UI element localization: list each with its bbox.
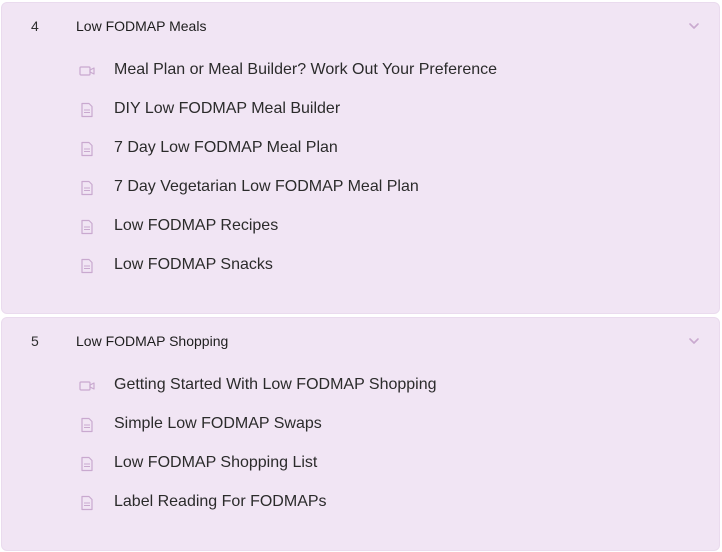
lesson-label: DIY Low FODMAP Meal Builder (114, 100, 341, 117)
lesson-item[interactable]: 7 Day Vegetarian Low FODMAP Meal Plan (2, 170, 719, 209)
video-camera-icon (79, 66, 95, 76)
section-title: Low FODMAP Shopping (76, 333, 229, 349)
lesson-item[interactable]: Low FODMAP Snacks (2, 248, 719, 287)
section-low-fodmap-shopping: 5 Low FODMAP Shopping Getting Started Wi… (1, 317, 720, 551)
section-header[interactable]: 5 Low FODMAP Shopping (2, 318, 719, 366)
lesson-item[interactable]: Simple Low FODMAP Swaps (2, 407, 719, 446)
lesson-label: Label Reading For FODMAPs (114, 493, 327, 510)
lesson-item[interactable]: DIY Low FODMAP Meal Builder (2, 92, 719, 131)
lesson-item[interactable]: Low FODMAP Recipes (2, 209, 719, 248)
pdf-file-icon (81, 102, 93, 118)
lesson-item[interactable]: Meal Plan or Meal Builder? Work Out Your… (2, 53, 719, 92)
video-camera-icon (79, 381, 95, 391)
lesson-label: Getting Started With Low FODMAP Shopping (114, 376, 437, 393)
lesson-label: Low FODMAP Snacks (114, 256, 273, 273)
lesson-label: 7 Day Vegetarian Low FODMAP Meal Plan (114, 178, 419, 195)
lesson-item[interactable]: 7 Day Low FODMAP Meal Plan (2, 131, 719, 170)
pdf-file-icon (81, 456, 93, 472)
section-header[interactable]: 4 Low FODMAP Meals (2, 3, 719, 51)
pdf-file-icon (81, 258, 93, 274)
lesson-item[interactable]: Low FODMAP Shopping List (2, 446, 719, 485)
lesson-list: Meal Plan or Meal Builder? Work Out Your… (2, 51, 719, 287)
section-number: 4 (31, 18, 39, 34)
section-low-fodmap-meals: 4 Low FODMAP Meals Meal Plan or Meal Bui… (1, 2, 720, 314)
lesson-label: Meal Plan or Meal Builder? Work Out Your… (114, 61, 498, 78)
lesson-label: 7 Day Low FODMAP Meal Plan (114, 139, 338, 156)
pdf-file-icon (81, 219, 93, 235)
lesson-label: Low FODMAP Recipes (114, 217, 279, 234)
lesson-list: Getting Started With Low FODMAP Shopping… (2, 366, 719, 524)
chevron-down-icon[interactable] (687, 334, 701, 348)
section-title: Low FODMAP Meals (76, 18, 207, 34)
pdf-file-icon (81, 417, 93, 433)
pdf-file-icon (81, 141, 93, 157)
section-number: 5 (31, 333, 39, 349)
chevron-down-icon[interactable] (687, 19, 701, 33)
pdf-file-icon (81, 495, 93, 511)
pdf-file-icon (81, 180, 93, 196)
lesson-item[interactable]: Getting Started With Low FODMAP Shopping (2, 368, 719, 407)
lesson-item[interactable]: Label Reading For FODMAPs (2, 485, 719, 524)
curriculum: 4 Low FODMAP Meals Meal Plan or Meal Bui… (0, 0, 722, 552)
lesson-label: Simple Low FODMAP Swaps (114, 415, 322, 432)
lesson-label: Low FODMAP Shopping List (114, 454, 318, 471)
